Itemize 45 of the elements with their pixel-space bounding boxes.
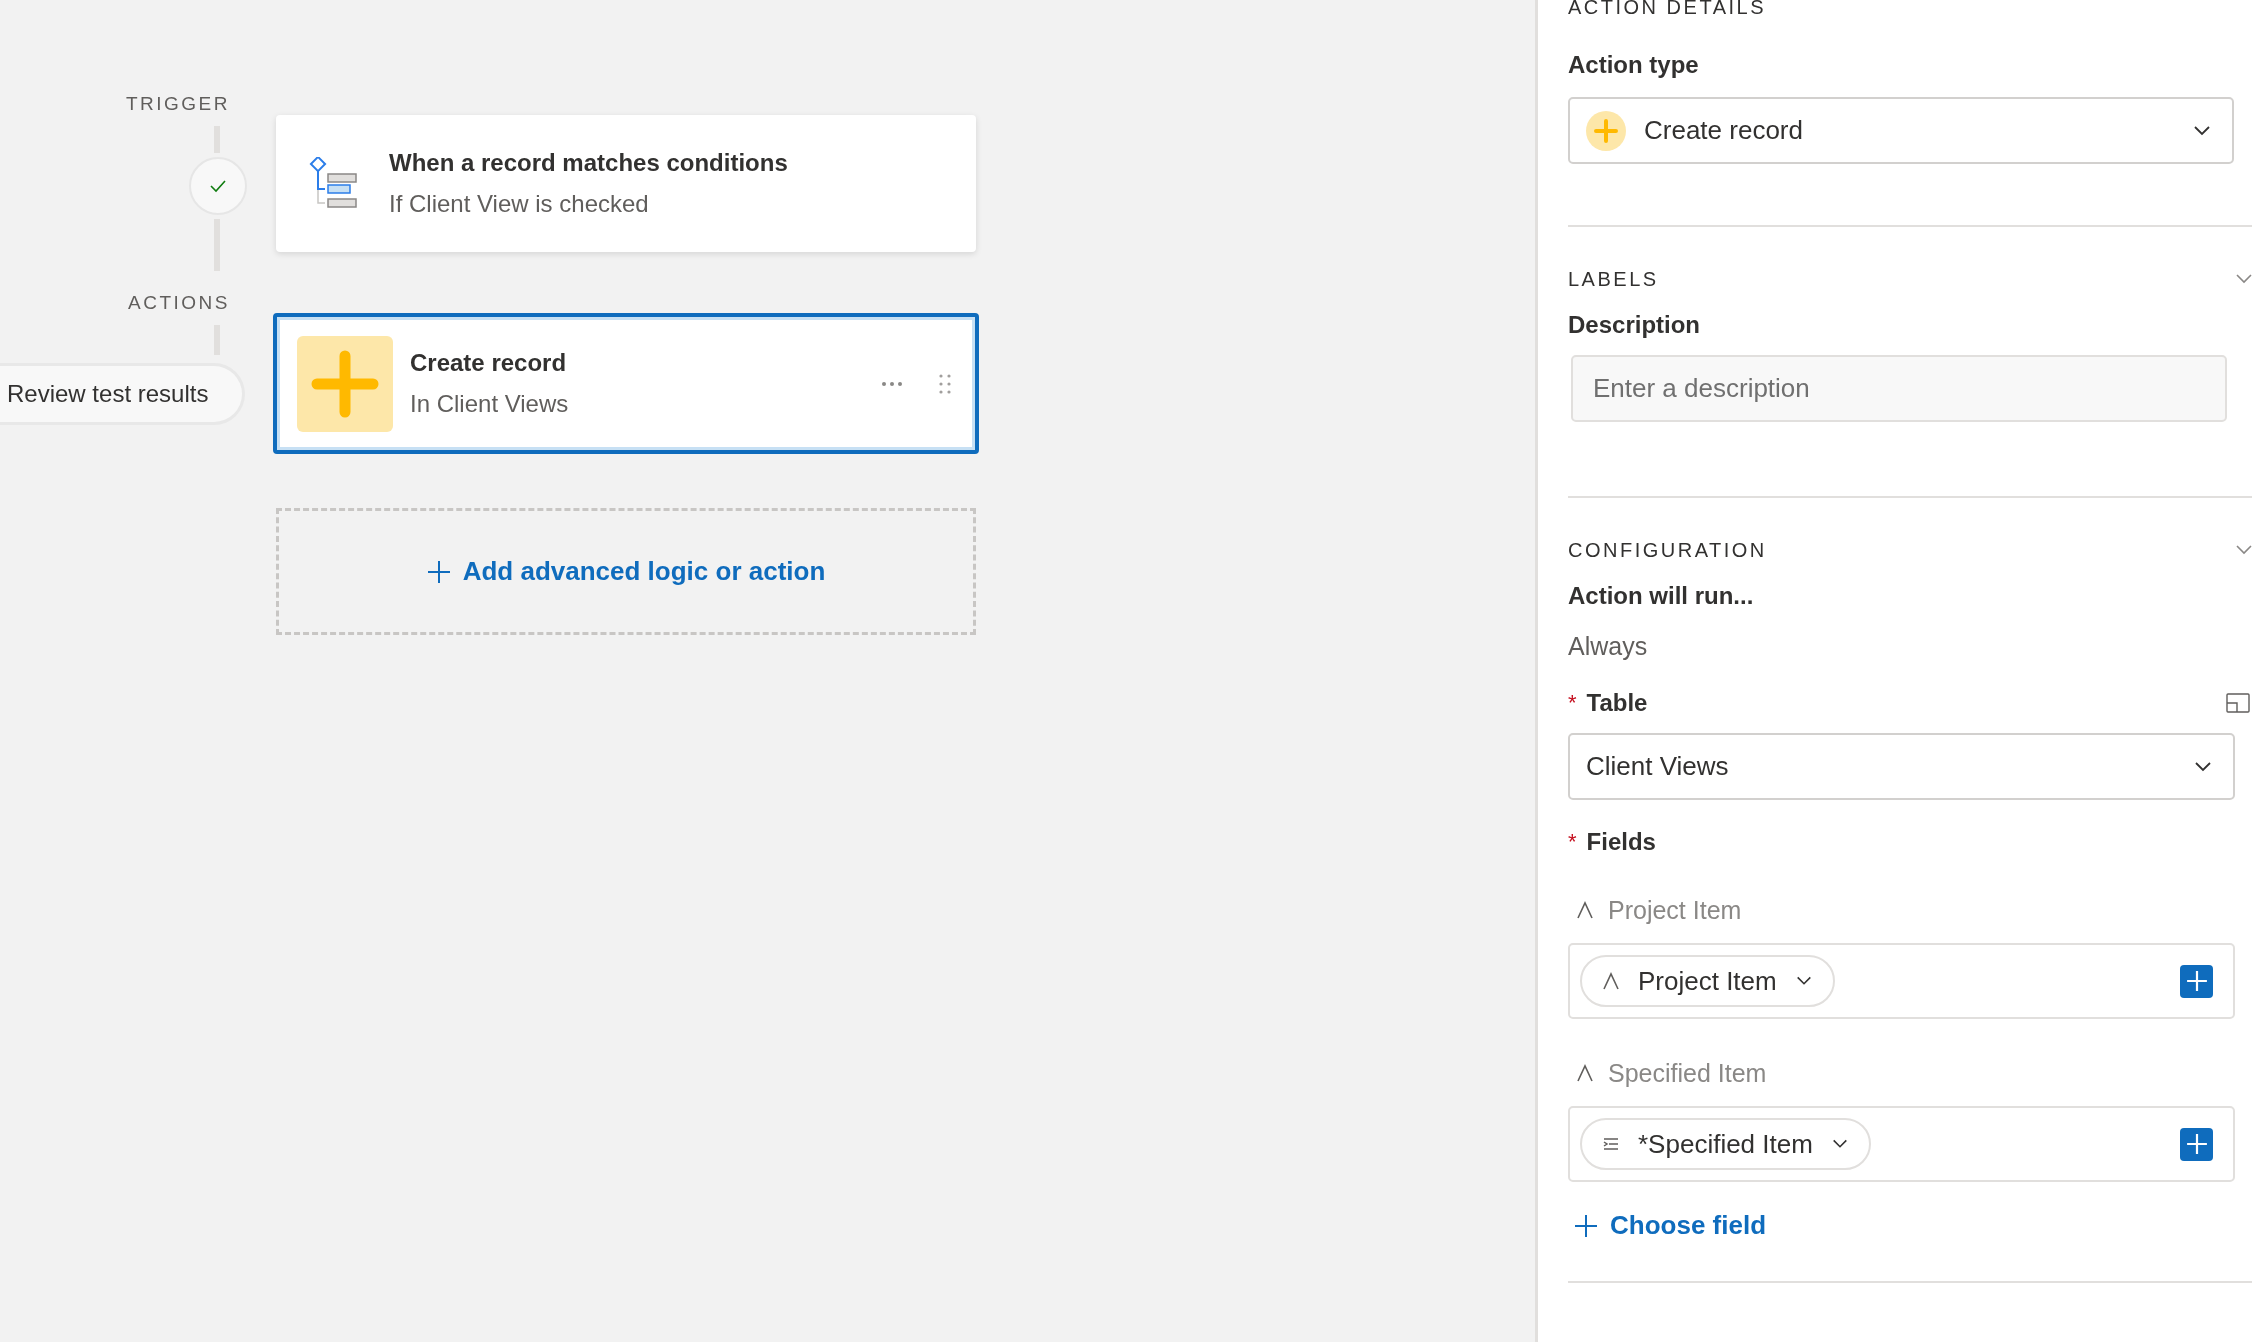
expand-button[interactable]	[2226, 693, 2250, 713]
field-label: Action will run...	[1568, 582, 1755, 610]
section-label: ACTIONS	[128, 293, 230, 313]
section-heading: ACTION DETAILS	[1568, 0, 1767, 18]
card-title: Create record	[410, 349, 568, 377]
field-chip[interactable]: Project Item	[1580, 955, 1835, 1007]
plus-icon	[2185, 1133, 2208, 1155]
condition-tree-icon	[309, 156, 359, 211]
section-heading: CONFIGURATION	[1568, 539, 1767, 561]
field-label: Action type	[1568, 51, 1700, 79]
add-action-link[interactable]: Add advanced logic or action	[426, 556, 826, 587]
add-button[interactable]	[2180, 964, 2213, 998]
field-label: Description	[1568, 311, 1702, 339]
section-heading: LABELS	[1568, 268, 1659, 290]
choose-field-link[interactable]: Choose field	[1574, 1210, 1766, 1241]
more-icon	[881, 380, 903, 387]
field-label: Fields	[1586, 828, 1657, 856]
description-field[interactable]: Enter a description	[1571, 355, 2227, 422]
field-value: Always	[1568, 632, 1649, 661]
field-chip[interactable]: *Specified Item	[1580, 1118, 1871, 1170]
add-button[interactable]	[2180, 1127, 2213, 1161]
text-type-icon	[1602, 971, 1620, 991]
section-label: TRIGGER	[125, 94, 230, 114]
field-label: Specified Item	[1608, 1059, 1767, 1088]
card-subtitle: In Client Views	[410, 390, 570, 418]
text-type-icon	[1576, 1064, 1594, 1083]
action-type-dropdown[interactable]: Create record	[1568, 97, 2234, 164]
table-dropdown[interactable]: Client Views	[1568, 733, 2235, 800]
review-button[interactable]: Review test results	[0, 363, 245, 425]
plus-icon	[426, 559, 451, 584]
field-label: Table	[1586, 689, 1649, 717]
action-card[interactable]: Create record In Client Views	[273, 313, 979, 454]
required-marker: *	[1568, 829, 1577, 855]
plus-icon	[1586, 110, 1626, 151]
card-subtitle: If Client View is checked	[389, 190, 650, 218]
panel-icon	[2226, 693, 2250, 713]
plus-icon	[297, 335, 393, 432]
plus-icon	[1574, 1213, 1598, 1238]
trigger-card[interactable]: When a record matches conditions If Client View is checked	[276, 115, 976, 252]
required-marker: *	[1568, 690, 1577, 716]
plus-icon	[2185, 970, 2208, 992]
text-type-icon	[1576, 901, 1594, 920]
drag-handle-icon	[939, 373, 951, 394]
field-label: Project Item	[1608, 896, 1742, 925]
card-title: When a record matches conditions	[389, 149, 788, 177]
